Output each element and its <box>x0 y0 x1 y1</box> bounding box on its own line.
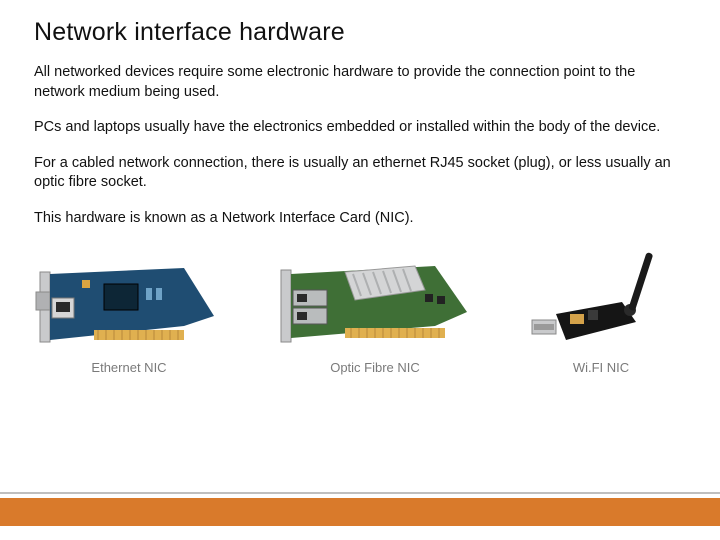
footer-accent-bar <box>0 498 720 526</box>
figure-wifi-nic: Wi.FI NIC <box>526 244 676 375</box>
paragraph: All networked devices require some elect… <box>34 63 674 102</box>
figure-caption: Wi.FI NIC <box>573 360 629 375</box>
footer-divider <box>0 492 720 494</box>
figures-row: Ethernet NIC <box>34 244 686 375</box>
figure-caption: Ethernet NIC <box>91 360 166 375</box>
paragraph: PCs and laptops usually have the electro… <box>34 118 674 138</box>
slide: Network interface hardware All networked… <box>0 0 720 540</box>
figure-caption: Optic Fibre NIC <box>330 360 420 375</box>
ethernet-nic-icon <box>34 244 224 354</box>
paragraph: This hardware is known as a Network Inte… <box>34 209 674 229</box>
slide-title: Network interface hardware <box>34 18 686 47</box>
figure-optic-fibre-nic: Optic Fibre NIC <box>275 244 475 375</box>
figure-ethernet-nic: Ethernet NIC <box>34 244 224 375</box>
optic-fibre-nic-icon <box>275 244 475 354</box>
paragraph: For a cabled network connection, there i… <box>34 154 674 193</box>
wifi-nic-icon <box>526 244 676 354</box>
